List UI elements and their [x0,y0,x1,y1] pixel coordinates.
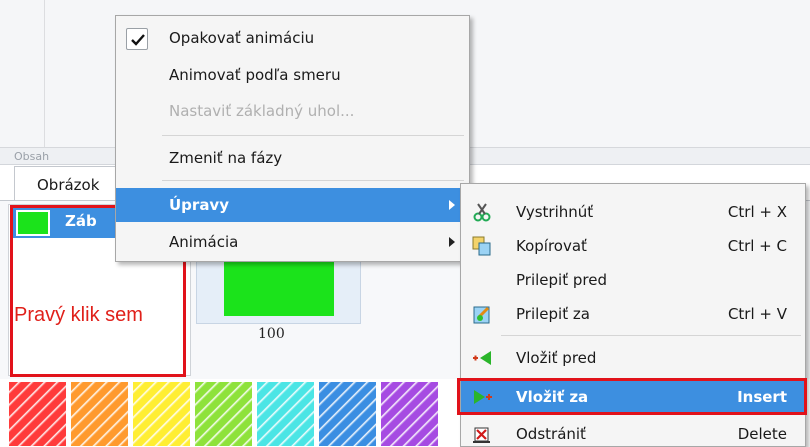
shortcut-label: Ctrl + C [727,237,787,255]
delete-icon [473,427,490,443]
menu-item-label: Prilepiť za [516,305,590,323]
menu-item-label: Nastaviť základný uhol... [169,102,355,120]
insert-before-icon [473,351,491,365]
menu-item-label: Animácia [169,233,239,251]
color-swatch[interactable] [318,381,377,447]
menu-item-nastavit-zakladny-uhol: Nastaviť základný uhol... [116,95,469,127]
menu-item-label: Úpravy [169,196,229,214]
chevron-right-icon [449,200,455,210]
chevron-right-icon [449,237,455,247]
paste-icon [473,306,490,324]
menu-item-label: Prilepiť pred [516,271,607,289]
menu-item-prilepit-pred[interactable]: Prilepiť pred [461,264,805,296]
copy-icon [472,236,491,256]
menu-item-odstranit[interactable]: Odstrániť Delete [461,418,805,447]
frame-value: 100 [258,326,285,342]
tab-label: Obrázok [37,176,100,194]
menu-item-label: Odstrániť [516,425,586,443]
shortcut-label: Ctrl + V [727,305,787,323]
color-swatch[interactable] [380,381,439,447]
menu-item-animovat-podla-smeru[interactable]: Animovať podľa smeru [116,59,469,91]
menu-item-label: Vložiť pred [516,349,597,367]
menu-separator [501,335,801,336]
scissors-icon [473,203,491,222]
menu-item-kopirovat[interactable]: Kopírovať Ctrl + C [461,230,805,262]
color-swatch[interactable] [194,381,253,447]
menu-item-animacia[interactable]: Animácia [116,226,469,258]
annotation-box [457,378,807,415]
section-label: Obsah [14,150,50,163]
menu-item-vystrihnut[interactable]: Vystrihnúť Ctrl + X [461,196,805,228]
menu-item-label: Kopírovať [516,237,587,255]
ribbon-panel [0,0,45,147]
color-swatch[interactable] [8,381,67,447]
color-swatch[interactable] [256,381,315,447]
menu-item-opakovat-animaciu[interactable]: Opakovať animáciu [116,22,469,54]
menu-item-label: Animovať podľa smeru [169,66,341,84]
menu-separator [162,135,464,136]
menu-item-label: Zmeniť na fázy [169,149,283,167]
menu-item-label: Vystrihnúť [516,203,594,221]
color-swatch[interactable] [70,381,129,447]
checkmark-icon [126,28,148,50]
menu-item-prilepit-za[interactable]: Prilepiť za Ctrl + V [461,298,805,330]
menu-item-upravy[interactable]: Úpravy [116,188,469,222]
shortcut-label: Delete [737,425,787,443]
menu-separator [162,180,464,181]
menu-item-label: Opakovať animáciu [169,29,315,47]
color-swatch[interactable] [132,381,191,447]
context-menu: Opakovať animáciu Animovať podľa smeru N… [115,15,470,262]
menu-item-zmenit-na-fazy[interactable]: Zmeniť na fázy [116,142,469,174]
menu-item-vlozit-pred[interactable]: Vložiť pred [461,342,805,374]
shortcut-label: Ctrl + X [727,203,787,221]
